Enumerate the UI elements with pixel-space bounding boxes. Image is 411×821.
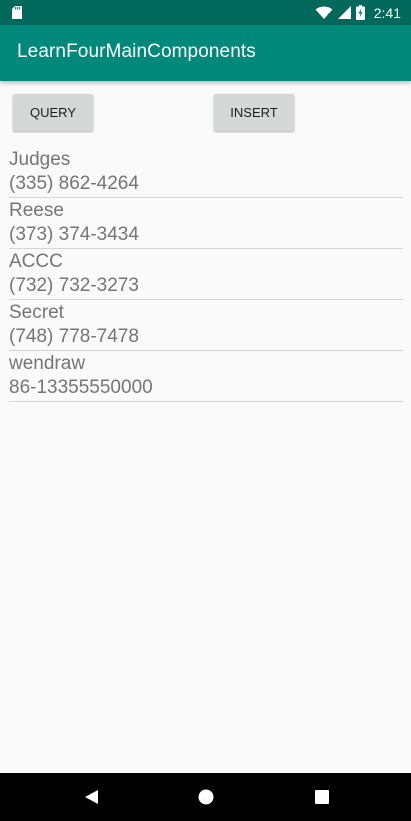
battery-icon bbox=[355, 5, 365, 20]
list-item[interactable]: Reese (373) 374-3434 bbox=[9, 199, 403, 249]
recent-apps-icon[interactable] bbox=[312, 787, 332, 807]
screen: 2:41 LearnFourMainComponents QUERY INSER… bbox=[0, 0, 411, 821]
status-icons: 2:41 bbox=[315, 0, 401, 25]
contact-phone: (373) 374-3434 bbox=[9, 224, 139, 245]
back-icon[interactable] bbox=[82, 787, 102, 807]
main-content: QUERY INSERT Judges (335) 862-4264 Reese… bbox=[0, 81, 411, 773]
contact-phone: (732) 732-3273 bbox=[9, 275, 139, 296]
signal-icon bbox=[337, 6, 351, 19]
status-bar: 2:41 bbox=[0, 0, 411, 25]
home-icon[interactable] bbox=[196, 787, 216, 807]
contact-list[interactable]: Judges (335) 862-4264 Reese (373) 374-34… bbox=[9, 147, 403, 403]
wifi-icon bbox=[315, 6, 333, 19]
list-item[interactable]: ACCC (732) 732-3273 bbox=[9, 250, 403, 300]
app-bar: LearnFourMainComponents bbox=[0, 25, 411, 81]
contact-phone: (335) 862-4264 bbox=[9, 173, 139, 194]
contact-phone: 86-13355550000 bbox=[9, 377, 153, 398]
sd-card-icon bbox=[12, 6, 22, 19]
status-time: 2:41 bbox=[373, 4, 401, 21]
contact-name: Judges bbox=[9, 149, 71, 170]
insert-button[interactable]: INSERT bbox=[214, 94, 294, 131]
app-title: LearnFourMainComponents bbox=[17, 41, 256, 62]
contact-name: Reese bbox=[9, 200, 64, 221]
list-item[interactable]: Judges (335) 862-4264 bbox=[9, 148, 403, 198]
list-item[interactable]: Secret (748) 778-7478 bbox=[9, 301, 403, 351]
contact-name: ACCC bbox=[9, 251, 63, 272]
list-item[interactable]: wendraw 86-13355550000 bbox=[9, 352, 403, 402]
contact-name: wendraw bbox=[9, 353, 86, 374]
query-button[interactable]: QUERY bbox=[13, 94, 93, 131]
contact-phone: (748) 778-7478 bbox=[9, 326, 139, 347]
navigation-bar bbox=[0, 773, 411, 821]
contact-name: Secret bbox=[9, 302, 64, 323]
